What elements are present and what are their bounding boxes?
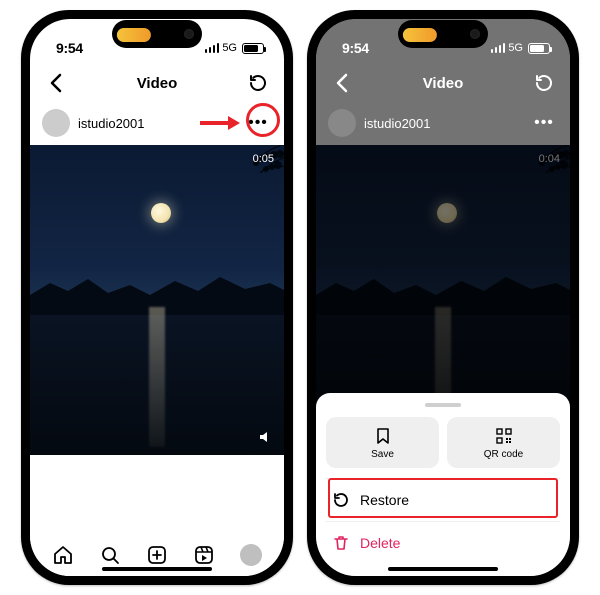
search-icon [99,544,121,566]
sheet-qrcode-button[interactable]: QR code [447,417,560,468]
sheet-restore-label: Restore [360,492,409,508]
video-player[interactable]: 0:05 [30,145,284,455]
back-button[interactable] [42,69,70,97]
nav-reels[interactable] [191,542,217,568]
sheet-restore-button[interactable]: Restore [326,478,560,521]
rotate-ccw-icon [248,73,268,93]
trash-icon [332,534,350,552]
username[interactable]: istudio2001 [364,116,431,131]
more-options-button[interactable]: ••• [244,109,272,137]
username[interactable]: istudio2001 [78,116,145,131]
sheet-qrcode-label: QR code [484,449,523,460]
phone-right: 9:54 5G Video istudio2001 [307,10,579,585]
status-right: 5G [491,42,550,54]
nav-search[interactable] [97,542,123,568]
sheet-save-label: Save [371,449,394,460]
nav-create[interactable] [144,542,170,568]
action-sheet: Save QR code Restore Delete [316,393,570,576]
cellular-signal-icon [205,43,220,53]
more-horizontal-icon: ••• [248,115,268,131]
sheet-delete-label: Delete [360,535,400,551]
video-timestamp: 0:05 [253,153,274,165]
mute-button[interactable] [258,429,274,445]
qrcode-icon [495,427,513,445]
avatar[interactable] [42,109,70,137]
plus-square-icon [146,544,168,566]
battery-icon [528,43,550,54]
status-right: 5G [205,42,264,54]
rotate-ccw-icon [534,73,554,93]
reels-icon [193,544,215,566]
network-label: 5G [222,42,237,54]
more-horizontal-icon: ••• [534,115,554,131]
more-options-button[interactable]: ••• [530,109,558,137]
battery-icon [242,43,264,54]
bookmark-icon [374,427,392,445]
home-indicator[interactable] [102,567,212,571]
home-indicator[interactable] [388,567,498,571]
author-row: istudio2001 ••• [30,105,284,145]
profile-avatar-icon [240,544,262,566]
back-button[interactable] [328,69,356,97]
dynamic-island-activity-indicator [403,28,437,42]
sheet-delete-button[interactable]: Delete [326,521,560,564]
sheet-grabber[interactable] [425,403,461,407]
network-label: 5G [508,42,523,54]
avatar[interactable] [328,109,356,137]
nav-home[interactable] [50,542,76,568]
author-row: istudio2001 ••• [316,105,570,145]
video-moon-reflection [149,307,165,447]
volume-icon [258,429,274,445]
header-bar: Video [30,63,284,105]
status-time: 9:54 [342,40,369,56]
history-button[interactable] [530,69,558,97]
status-time: 9:54 [56,40,83,56]
header-bar: Video [316,63,570,105]
chevron-left-icon [335,73,349,93]
sheet-save-button[interactable]: Save [326,417,439,468]
cellular-signal-icon [491,43,506,53]
nav-profile[interactable] [238,542,264,568]
chevron-left-icon [49,73,63,93]
dynamic-island-activity-indicator [117,28,151,42]
home-icon [52,544,74,566]
video-moon [151,203,171,223]
rotate-ccw-icon [332,491,350,509]
history-button[interactable] [244,69,272,97]
phone-left: 9:54 5G Video istudio200 [21,10,293,585]
